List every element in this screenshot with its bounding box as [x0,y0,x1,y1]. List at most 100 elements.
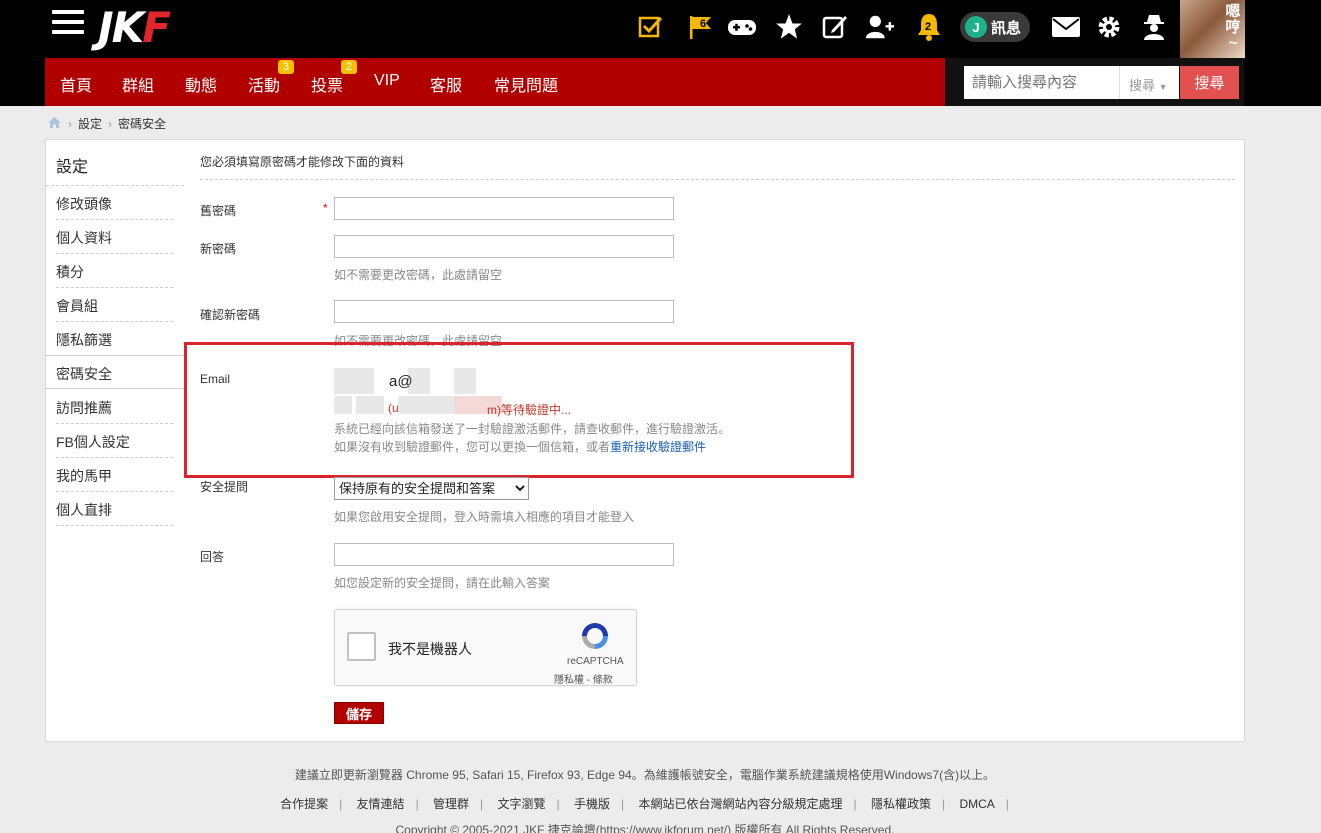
gamepad-icon[interactable] [727,12,757,42]
j-logo-icon: J [965,16,987,38]
footer-link-admins[interactable]: 管理群 [433,797,469,811]
add-friend-icon[interactable] [865,12,895,42]
answer-hint: 如您設定新的安全提問，請在此輸入答案 [334,576,551,590]
task-checkbox-icon[interactable] [636,12,666,42]
sidebar-item-label: 我的馬甲 [56,468,112,484]
nav-label: VIP [374,72,400,89]
search-button[interactable]: 搜尋 [1180,66,1239,99]
sidebar-item-password-security[interactable]: 密碼安全 [46,355,184,389]
footer-links: 合作提案 | 友情連結 | 管理群 | 文字瀏覽 | 手機版 | 本網站已依台灣網站內容分… [280,797,1009,811]
spy-user-icon[interactable] [1139,12,1169,42]
flag-icon[interactable]: 6 [686,12,716,42]
messages-button[interactable]: J 訊息 [960,12,1030,42]
footer-link-dmca[interactable]: DMCA [959,797,994,811]
flag-badge: 6 [700,18,707,30]
search-type-label: 搜尋 [1129,78,1156,93]
settings-panel: 設定 修改頭像 個人資料 積分 會員組 隱私篩選 密碼安全 訪問推薦 FB個人設… [45,139,1245,742]
sidebar-item-referral[interactable]: 訪問推薦 [56,390,173,424]
search-input[interactable] [964,66,1119,99]
highlight-box [184,342,854,478]
nav-label: 動態 [185,78,218,95]
browser-note: 建議立即更新瀏覽器 Chrome 95, Safari 15, Firefox … [294,768,996,782]
sidebar-item-vertical-layout[interactable]: 個人直排 [56,492,173,526]
gear-icon[interactable] [1094,12,1124,42]
sidebar-item-points[interactable]: 積分 [56,254,173,288]
sidebar-item-label: 訪問推薦 [56,400,112,416]
nav-label: 群組 [122,78,155,95]
avatar-text: 嗯哼~ [1225,3,1241,52]
search-type-select[interactable]: 搜尋 ▼ [1119,66,1179,99]
nav-label: 客服 [430,78,463,95]
logo-f: F [142,3,171,52]
nav-faq[interactable]: 常見問題 [494,72,558,96]
nav-support[interactable]: 客服 [430,72,462,96]
breadcrumb-separator: › [108,116,113,131]
home-icon[interactable] [47,116,62,132]
recaptcha-label: 我不是機器人 [388,641,472,657]
sidebar-item-avatar[interactable]: 修改頭像 [56,186,173,220]
footer-link-rating[interactable]: 本網站已依台灣網站內容分級規定處理 [638,797,842,811]
answer-input[interactable] [334,543,674,566]
nav-home[interactable]: 首頁 [60,72,92,96]
recaptcha-widget: 我不是機器人 reCAPTCHA 隱私權 - 條款 [334,609,637,686]
sidebar-item-member-group[interactable]: 會員組 [56,288,173,322]
nav-groups[interactable]: 群組 [122,72,154,96]
top-bar: JKF 6 2 J 訊息 嗯哼~ [0,0,1321,58]
sidebar-item-profile[interactable]: 個人資料 [56,220,173,254]
mail-icon[interactable] [1051,12,1081,42]
footer-link-text-view[interactable]: 文字瀏覽 [498,797,546,811]
sidebar-item-fb-settings[interactable]: FB個人設定 [56,424,173,458]
sidebar-title: 設定 [56,159,89,176]
sidebar-item-alt-accounts[interactable]: 我的馬甲 [56,458,173,492]
form-divider [200,179,1235,180]
save-button[interactable]: 儲存 [334,702,384,724]
old-password-input[interactable] [334,197,674,220]
site-logo[interactable]: JKF [98,3,171,52]
confirm-password-input[interactable] [334,300,674,323]
star-icon[interactable] [774,12,804,42]
nav-events[interactable]: 活動 3 [248,60,295,96]
nav-label: 活動 [248,78,281,95]
nav-feed[interactable]: 動態 [185,72,217,96]
bell-badge: 2 [925,21,932,33]
sidebar-item-label: 隱私篩選 [56,332,112,348]
breadcrumb-settings[interactable]: 設定 [78,115,102,132]
new-password-input[interactable] [334,235,674,258]
footer-link-friends[interactable]: 友情連結 [357,797,405,811]
footer-link-partnership[interactable]: 合作提案 [280,797,328,811]
menu-icon[interactable] [52,10,84,36]
required-mark: * [323,201,328,215]
answer-label: 回答 [200,550,225,564]
new-password-label: 新密碼 [200,242,237,256]
bell-icon[interactable]: 2 [914,12,944,42]
security-question-hint: 如果您啟用安全提問，登入時需填入相應的項目才能登入 [334,510,635,524]
recaptcha-checkbox[interactable] [347,632,376,661]
recaptcha-logo-icon [579,620,611,652]
breadcrumb-password-security: 密碼安全 [118,117,167,131]
form-notice: 您必須填寫原密碼才能修改下面的資料 [200,155,405,169]
confirm-password-label: 確認新密碼 [200,308,261,322]
security-question-select[interactable]: 保持原有的安全提問和答案 [334,477,529,500]
old-password-label: 舊密碼 [200,204,237,218]
footer-link-mobile[interactable]: 手機版 [574,797,610,811]
sidebar-item-label: 個人直排 [56,502,112,518]
new-password-hint: 如不需要更改密碼，此處請留空 [334,268,503,282]
footer-link-privacy[interactable]: 隱私權政策 [871,797,931,811]
avatar[interactable]: 嗯哼~ [1180,0,1245,58]
breadcrumb: › 設定 › 密碼安全 [47,115,166,132]
caret-down-icon: ▼ [1158,82,1168,92]
sidebar-item-privacy-filter[interactable]: 隱私篩選 [56,322,173,356]
nav-label: 首頁 [60,78,93,95]
recaptcha-brand: reCAPTCHA [567,656,624,667]
nav-vote[interactable]: 投票 2 [311,60,358,96]
nav-label: 投票 [311,78,344,95]
recaptcha-terms[interactable]: 隱私權 - 條款 [554,671,613,686]
edit-icon[interactable] [820,12,850,42]
search-box: 搜尋 ▼ 搜尋 [945,58,1244,106]
nav-badge: 2 [340,60,358,74]
logo-text: JK [98,3,144,52]
sidebar-item-label: 修改頭像 [56,196,112,212]
nav-vip[interactable]: VIP [374,72,400,90]
sidebar-item-label: 積分 [56,264,84,280]
sidebar-item-label: 個人資料 [56,230,112,246]
